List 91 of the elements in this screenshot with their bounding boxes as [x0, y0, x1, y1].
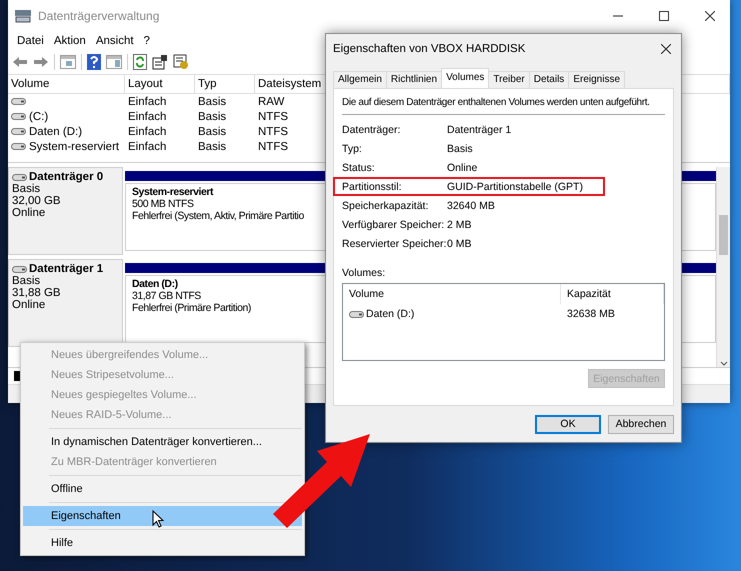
table-cell-text: Einfach [127, 110, 166, 122]
disk-info: Online [12, 299, 46, 311]
table-cell: Daten (D:) [29, 126, 82, 138]
column-header[interactable]: Volume [8, 75, 125, 93]
scroll-down-icon[interactable] [720, 361, 728, 367]
disk-info: Basis [12, 275, 42, 287]
description-text: Die auf diesem Datenträger enthaltenen Volumes werden unten aufgeführt. [342, 97, 665, 115]
menu-item[interactable]: Ansicht [90, 35, 139, 47]
disk-info: Basis [12, 183, 42, 195]
partition-size: 31,87 GB NTFS [132, 290, 201, 302]
disk-info: Online [12, 207, 46, 219]
menu-item[interactable]: Aktion [48, 35, 91, 47]
property-value: Datenträger 1 [447, 124, 512, 136]
menu-item[interactable]: In dynamischen Datenträger konvertieren... [23, 432, 302, 452]
drive-icon [12, 172, 27, 182]
drive-icon [11, 142, 26, 151]
table-cell: (C:) [29, 110, 48, 122]
table-cell-text: Basis [197, 110, 226, 122]
tab[interactable]: Volumes [441, 68, 490, 88]
partition-status: Fehlerfrei (System, Aktiv, Primäre Partitio [132, 210, 304, 222]
table-cell-text: Einfach [127, 140, 166, 152]
help-icon[interactable] [87, 54, 101, 70]
cancel-button[interactable]: Abbrechen [608, 414, 674, 434]
menu-item[interactable]: Datei [12, 35, 49, 47]
property-label: Typ: [342, 142, 363, 154]
close-icon [661, 44, 671, 54]
console-tree-icon[interactable] [60, 55, 76, 69]
property-value: 2 MB [447, 218, 473, 230]
property-label: Partitionsstil: [342, 180, 403, 192]
properties-icon[interactable] [152, 54, 168, 70]
column-header[interactable]: Kapazität [561, 284, 664, 304]
table-cell-text: NTFS [257, 110, 288, 122]
partition-size: 500 MB NTFS [132, 198, 194, 210]
property-label: Datenträger: [342, 124, 402, 136]
property-label: Reservierter Speicher: [342, 238, 447, 250]
partition-name: System-reserviert [132, 186, 214, 198]
table-cell-text: 32638 MB [566, 308, 616, 320]
disk-info: 32,00 GB [12, 195, 62, 207]
drive-icon [11, 97, 26, 106]
maximize-icon [659, 11, 669, 21]
property-value: 0 MB [447, 238, 473, 250]
forward-arrow-icon[interactable] [33, 56, 49, 68]
dialog-title: Eigenschaften von VBOX HARDDISK [333, 43, 526, 55]
section-label: Volumes: [342, 267, 386, 279]
property-label: Verfügbarer Speicher: [342, 218, 446, 230]
disk-name: Datenträger 1 [29, 263, 104, 275]
property-value: Basis [447, 142, 474, 154]
table-cell-text: Einfach [127, 126, 166, 138]
table-cell-text: NTFS [257, 140, 288, 152]
menu-item[interactable]: Hilfe [23, 533, 302, 553]
disk-management-icon [14, 9, 32, 23]
window-title: Datenträgerverwaltung [38, 9, 160, 23]
action-pane-icon[interactable] [106, 55, 122, 69]
property-value: 32640 MB [447, 200, 496, 212]
drive-icon [11, 127, 26, 136]
table-cell: System-reserviert [29, 140, 120, 152]
scrollbar[interactable] [716, 167, 730, 367]
refresh-icon[interactable] [133, 54, 147, 70]
drive-icon [11, 112, 26, 121]
tab[interactable]: Allgemein [333, 71, 387, 88]
property-label: Speicherkapazität: [342, 200, 430, 212]
disk-label-panel[interactable]: Datenträger 1 Basis 31,88 GB Online [8, 259, 123, 347]
back-arrow-icon[interactable] [12, 56, 28, 68]
property-value: Online [447, 162, 478, 174]
disk-name: Datenträger 0 [29, 171, 104, 183]
table-cell-text: Basis [197, 140, 226, 152]
property-label: Status: [342, 162, 376, 174]
property-value: GUID-Partitionstabelle (GPT) [447, 180, 584, 192]
list-item[interactable]: Daten (D:) [366, 308, 414, 320]
column-header[interactable]: Volume [343, 284, 561, 304]
disk-label-panel[interactable]: Datenträger 0 Basis 32,00 GB Online [8, 167, 123, 255]
settings-icon[interactable] [173, 54, 189, 70]
column-header[interactable]: Layout [125, 75, 195, 93]
drive-icon [12, 264, 27, 274]
cursor-icon [152, 510, 164, 528]
tab[interactable]: Ereignisse [568, 71, 626, 88]
partition-name: Daten (D:) [132, 278, 178, 290]
table-cell-text: Basis [197, 126, 226, 138]
drive-icon [349, 310, 364, 318]
table-cell-text: Basis [197, 96, 226, 108]
close-icon [705, 11, 715, 21]
table-cell-text: Einfach [127, 96, 166, 108]
menu-item[interactable]: Offline [23, 479, 302, 499]
menu-item[interactable]: ? [138, 35, 155, 47]
table-cell-text: RAW [257, 96, 284, 108]
scrollbar-thumb[interactable] [719, 215, 728, 255]
partition-status: Fehlerfrei (Primäre Partition) [132, 302, 251, 314]
table-cell-text: NTFS [257, 126, 288, 138]
ok-button[interactable]: OK [535, 414, 601, 434]
disk-info: 31,88 GB [12, 287, 62, 299]
column-header[interactable]: Typ [195, 75, 255, 93]
